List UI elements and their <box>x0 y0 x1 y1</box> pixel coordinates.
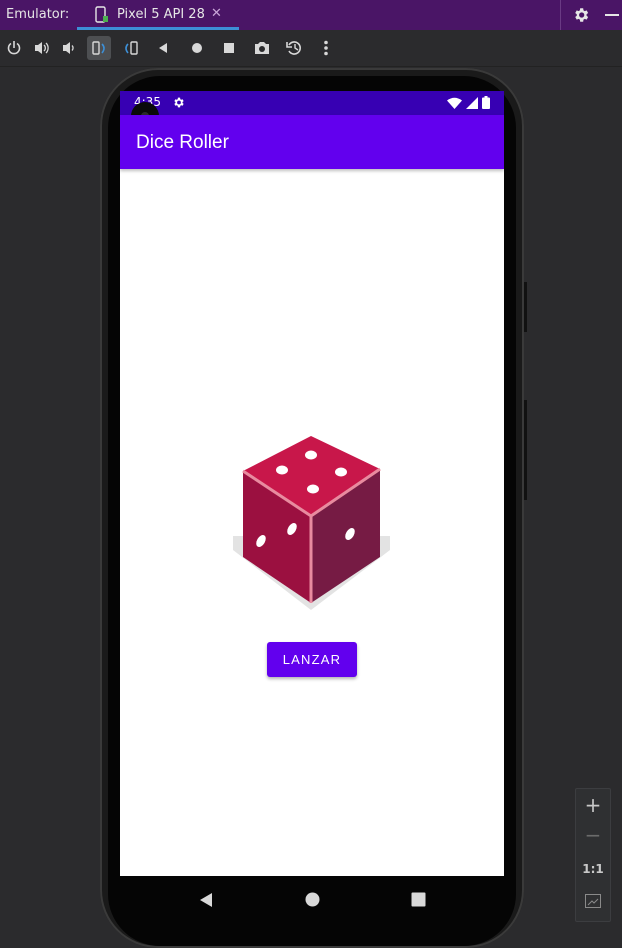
volume-up-icon[interactable] <box>30 36 54 60</box>
recents-square-icon[interactable] <box>411 892 426 907</box>
volume-down-icon[interactable] <box>57 36 81 60</box>
dice-image <box>233 436 390 610</box>
app-title: Dice Roller <box>136 132 229 153</box>
battery-icon <box>482 96 490 109</box>
minimize-icon[interactable] <box>605 14 619 16</box>
device-icon <box>95 6 108 23</box>
status-icons <box>447 96 490 109</box>
device-tab[interactable]: Pixel 5 API 28 ✕ <box>77 0 239 30</box>
snapshot-icon[interactable] <box>282 36 306 60</box>
phone-power-button <box>524 282 527 332</box>
overview-icon[interactable] <box>217 36 241 60</box>
emulator-toolbar <box>0 30 622 67</box>
phone-screen[interactable]: 4:35 Dice Roller LAN <box>120 91 504 876</box>
power-icon[interactable] <box>2 36 26 60</box>
tab-close-icon[interactable]: ✕ <box>211 6 222 21</box>
titlebar-divider <box>560 0 561 30</box>
zoom-one-to-one-button[interactable]: 1:1 <box>576 862 610 876</box>
home-icon[interactable] <box>185 36 209 60</box>
emulator-label: Emulator: <box>6 7 70 22</box>
status-bar: 4:35 <box>120 91 504 115</box>
rotate-left-icon[interactable] <box>87 36 111 60</box>
screenshot-icon[interactable] <box>250 36 274 60</box>
nav-bar <box>120 876 504 924</box>
back-icon[interactable] <box>151 36 175 60</box>
home-circle-icon[interactable] <box>305 892 320 907</box>
app-bar: Dice Roller <box>120 115 504 169</box>
zoom-out-button[interactable]: − <box>576 823 610 847</box>
zoom-panel: + − 1:1 <box>575 788 611 922</box>
settings-icon <box>174 97 184 108</box>
device-tab-label: Pixel 5 API 28 <box>117 7 205 22</box>
wifi-icon <box>447 97 462 109</box>
signal-icon <box>466 96 478 109</box>
emulator-titlebar: Emulator: Pixel 5 API 28 ✕ <box>0 0 622 30</box>
zoom-in-button[interactable]: + <box>576 793 610 817</box>
phone-volume-button <box>524 400 527 500</box>
gear-icon[interactable] <box>572 6 590 24</box>
roll-button[interactable]: LANZAR <box>267 642 357 677</box>
back-triangle-icon[interactable] <box>199 892 213 908</box>
zoom-fit-icon[interactable] <box>576 893 610 912</box>
rotate-right-icon[interactable] <box>119 36 143 60</box>
more-icon[interactable] <box>314 36 338 60</box>
